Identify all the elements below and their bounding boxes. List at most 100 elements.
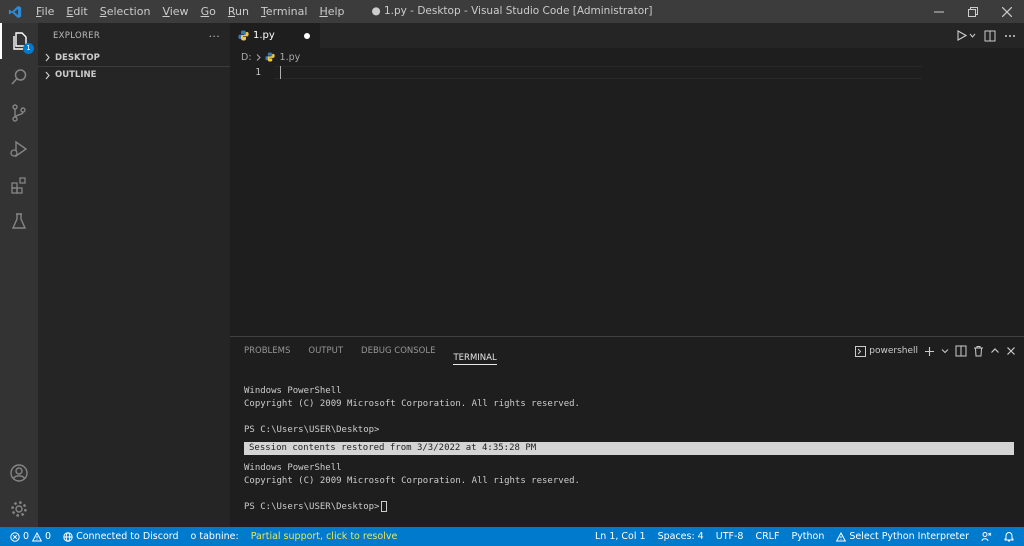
panel-actions: powershell — [855, 337, 1016, 365]
explorer-badge: 1 — [23, 43, 34, 54]
activity-bar: 1 — [0, 23, 38, 527]
terminal-line: PS C:\Users\USER\Desktop> — [244, 425, 380, 435]
terminal-icon — [855, 345, 867, 357]
terminal-selector[interactable]: powershell — [855, 345, 918, 357]
restore-button[interactable] — [956, 0, 990, 23]
tab-label: 1.py — [253, 30, 275, 41]
chevron-right-icon — [45, 71, 50, 79]
code-editor[interactable]: 1 — [230, 66, 1024, 336]
chevron-right-icon — [45, 53, 50, 62]
tab-problems[interactable]: PROBLEMS — [244, 337, 290, 365]
feedback-button[interactable] — [975, 531, 998, 542]
source-control-icon — [12, 104, 26, 122]
account-icon — [10, 464, 28, 482]
run-debug-icon — [10, 140, 28, 158]
session-restored-banner: Session contents restored from 3/3/2022 … — [244, 442, 1014, 455]
maximize-panel-icon[interactable] — [990, 346, 1000, 356]
globe-icon — [63, 531, 73, 542]
cursor-position[interactable]: Ln 1, Col 1 — [589, 531, 652, 542]
line-number: 1 — [255, 67, 261, 78]
discord-status[interactable]: Connected to Discord — [57, 531, 184, 542]
indentation[interactable]: Spaces: 4 — [652, 531, 710, 542]
testing-icon — [11, 213, 27, 229]
split-terminal-icon[interactable] — [955, 345, 967, 357]
activity-explorer[interactable]: 1 — [0, 23, 38, 59]
section-outline-label: OUTLINE — [55, 70, 97, 80]
prompt-text: PS C:\Users\USER\Desktop> — [244, 502, 380, 512]
tab-terminal[interactable]: TERMINAL — [453, 344, 497, 365]
terminal-name: powershell — [869, 346, 918, 356]
tab-debug-console[interactable]: DEBUG CONSOLE — [361, 337, 435, 365]
python-interpreter[interactable]: Select Python Interpreter — [830, 531, 975, 542]
activity-testing[interactable] — [0, 203, 38, 239]
menu-view[interactable]: View — [156, 5, 194, 18]
run-icon — [957, 30, 967, 41]
encoding[interactable]: UTF-8 — [710, 531, 750, 542]
unsaved-dot-icon[interactable] — [304, 33, 310, 39]
feedback-icon — [981, 532, 992, 542]
section-desktop[interactable]: DESKTOP — [38, 49, 230, 66]
minimize-button[interactable] — [922, 0, 956, 23]
sidebar-title: EXPLORER — [53, 31, 101, 41]
tabnine-label: o tabnine: — [190, 531, 239, 542]
split-editor-icon[interactable] — [984, 30, 996, 42]
error-icon — [10, 531, 20, 542]
editor-actions — [956, 23, 1016, 48]
menu-go[interactable]: Go — [195, 5, 222, 18]
tab-output[interactable]: OUTPUT — [308, 337, 343, 365]
warning-icon — [32, 531, 43, 541]
more-actions-icon[interactable]: ··· — [209, 30, 220, 43]
breadcrumb-drive[interactable]: D: — [241, 52, 252, 63]
activity-accounts[interactable] — [0, 455, 38, 491]
run-button[interactable] — [956, 30, 976, 41]
activity-run-debug[interactable] — [0, 131, 38, 167]
tabnine-status[interactable]: o tabnine: — [185, 531, 245, 542]
error-count: 0 — [23, 531, 30, 542]
restore-icon — [968, 6, 978, 17]
activity-extensions[interactable] — [0, 167, 38, 203]
problems-status[interactable]: 0 0 — [0, 531, 57, 542]
activity-search[interactable] — [0, 59, 38, 95]
sidebar-header: EXPLORER ··· — [38, 23, 230, 49]
menu-selection[interactable]: Selection — [94, 5, 157, 18]
editor-tabs: 1.py — [230, 23, 1024, 48]
section-outline[interactable]: OUTLINE — [38, 66, 230, 83]
more-actions-icon[interactable] — [1004, 30, 1016, 42]
chevron-down-icon — [969, 33, 976, 38]
warning-count: 0 — [45, 531, 52, 542]
activity-manage[interactable] — [0, 491, 38, 527]
notifications-button[interactable] — [998, 531, 1024, 542]
menu-help[interactable]: Help — [313, 5, 350, 18]
close-window-button[interactable] — [990, 0, 1024, 23]
trash-icon[interactable] — [973, 345, 984, 357]
terminal-line: Windows PowerShell — [244, 386, 342, 396]
close-icon — [1002, 6, 1012, 17]
chevron-down-icon[interactable] — [941, 347, 949, 355]
title-bar: File Edit Selection View Go Run Terminal… — [0, 0, 1024, 23]
end-of-line[interactable]: CRLF — [749, 531, 785, 542]
breadcrumb: D: 1.py — [230, 48, 1024, 66]
activity-source-control[interactable] — [0, 95, 38, 131]
menu-terminal[interactable]: Terminal — [255, 5, 314, 18]
menu-edit[interactable]: Edit — [60, 5, 93, 18]
terminal-line: Copyright (C) 2009 Microsoft Corporation… — [244, 476, 580, 486]
close-panel-icon[interactable] — [1006, 346, 1016, 356]
terminal-output[interactable]: Windows PowerShell Copyright (C) 2009 Mi… — [244, 385, 1014, 514]
vscode-logo-icon[interactable] — [0, 0, 30, 23]
menu-file[interactable]: File — [30, 5, 60, 18]
terminal-line: Copyright (C) 2009 Microsoft Corporation… — [244, 399, 580, 409]
breadcrumb-file[interactable]: 1.py — [280, 52, 301, 63]
settings-gear-icon — [11, 501, 27, 517]
terminal-prompt: PS C:\Users\USER\Desktop> — [244, 501, 1014, 514]
tab-1py[interactable]: 1.py — [230, 23, 320, 48]
window-controls — [922, 0, 1024, 23]
sidebar-explorer: EXPLORER ··· DESKTOP OUTLINE — [38, 23, 230, 527]
menu-run[interactable]: Run — [222, 5, 255, 18]
tabnine-warning[interactable]: Partial support, click to resolve — [245, 531, 404, 542]
language-mode[interactable]: Python — [785, 531, 830, 542]
terminal-line: Windows PowerShell — [244, 463, 342, 473]
add-terminal-icon[interactable] — [924, 346, 935, 357]
minimize-icon — [934, 11, 944, 12]
